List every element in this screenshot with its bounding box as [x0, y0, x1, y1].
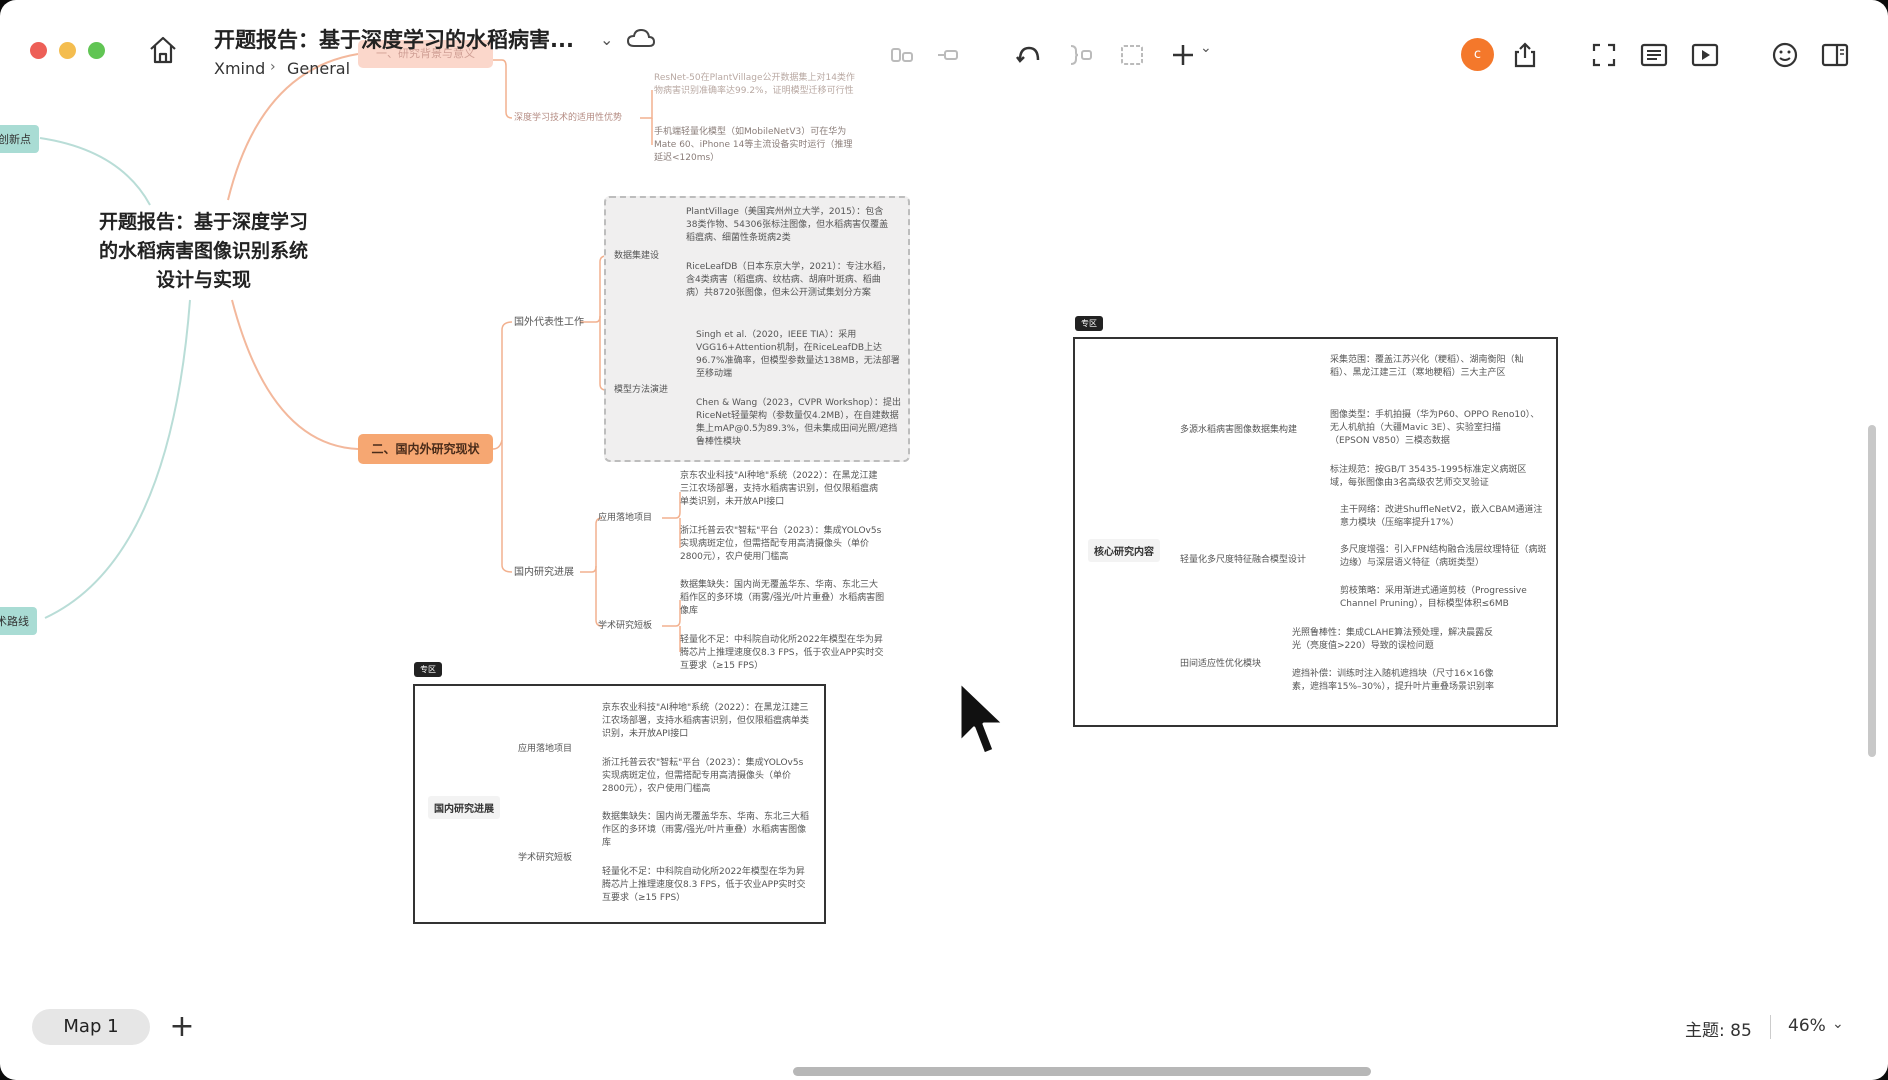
panel-icon[interactable] [1820, 40, 1850, 70]
zone2-branch-field[interactable]: 田间适应性优化模块 [1180, 658, 1261, 671]
topic-dataset-build[interactable]: 数据集建设 [614, 250, 659, 263]
leaf-singh[interactable]: Singh et al.（2020，IEEE TIA）：采用VGG16+Atte… [696, 329, 901, 381]
topic-model-evolution[interactable]: 模型方法演进 [614, 384, 668, 397]
zone1-leaf-light-gap[interactable]: 轻量化不足：中科院自动化所2022年模型在华为昇腾芯片上推理速度仅8.3 FPS… [602, 866, 812, 905]
zone2-leaf-pruning[interactable]: 剪枝策略：采用渐进式通道剪枝（Progressive Channel Pruni… [1340, 585, 1550, 611]
zone1-academic-gaps[interactable]: 学术研究短板 [518, 852, 572, 865]
topic-app-projects[interactable]: 应用落地项目 [598, 512, 652, 525]
zoom-window-button[interactable] [88, 42, 105, 59]
summary-icon[interactable] [1066, 40, 1096, 70]
breadcrumb-xmind[interactable]: Xmind [214, 59, 265, 78]
vertical-scrollbar[interactable] [1868, 425, 1876, 757]
zone1-center[interactable]: 国内研究进展 [428, 796, 500, 819]
zone2-leaf-annotation[interactable]: 标注规范：按GB/T 35435-1995标准定义病斑区域，每张图像由3名高级农… [1330, 464, 1540, 490]
topic-domestic-progress[interactable]: 国内研究进展 [514, 566, 574, 579]
zone1-leaf-data-gap[interactable]: 数据集缺失：国内尚无覆盖华东、华南、东北三大稻作区的多环境（雨雾/强光/叶片重叠… [602, 811, 812, 850]
add-icon[interactable] [1168, 40, 1198, 70]
cloud-icon[interactable] [626, 26, 656, 50]
left-node-innovation[interactable]: 创新点 [0, 125, 39, 153]
mindmap-canvas: 创新点 术路线 开题报告：基于深度学习的水稻病害图像识别系统设计与实现 一、研究… [0, 0, 1888, 1080]
topic-academic-gaps[interactable]: 学术研究短板 [598, 620, 652, 633]
zoom-level[interactable]: 46% [1788, 1016, 1826, 1036]
fullscreen-icon[interactable] [1589, 40, 1619, 70]
connector-lines [39, 53, 1337, 888]
zoom-chevron-down-icon[interactable]: ⌄ [1832, 1016, 1844, 1032]
minimize-window-button[interactable] [59, 42, 76, 59]
status-divider [1770, 1015, 1771, 1039]
root-topic[interactable]: 开题报告：基于深度学习的水稻病害图像识别系统设计与实现 [96, 208, 311, 295]
boundary-foreign-work [604, 196, 910, 462]
zone-tag: 专区 [414, 662, 442, 677]
leaf-light-gap[interactable]: 轻量化不足：中科院自动化所2022年模型在华为昇腾芯片上推理速度仅8.3 FPS… [680, 634, 885, 673]
home-icon[interactable] [146, 33, 180, 67]
close-window-button[interactable] [30, 42, 47, 59]
undo-icon[interactable] [1014, 40, 1044, 70]
zone2-leaf-occlusion[interactable]: 遮挡补偿：训练时注入随机遮挡块（尺寸16×16像素，遮挡率15%–30%），提升… [1292, 668, 1502, 694]
sheet-tab-map-1[interactable]: Map 1 [32, 1009, 150, 1045]
chevron-down-icon[interactable]: ⌄ [600, 30, 613, 49]
left-node-tech-route[interactable]: 术路线 [0, 607, 37, 635]
outline-icon[interactable] [1639, 40, 1669, 70]
mouse-cursor-icon [956, 680, 1016, 766]
app-window: 创新点 术路线 开题报告：基于深度学习的水稻病害图像识别系统设计与实现 一、研究… [0, 0, 1888, 1080]
leaf-chen-wang[interactable]: Chen & Wang（2023，CVPR Workshop）：提出RiceNe… [696, 397, 901, 449]
zone-domestic-progress[interactable] [413, 684, 826, 924]
zone1-leaf-jd[interactable]: 京东农业科技"AI种地"系统（2022）：在黑龙江建三江农场部署，支持水稻病害识… [602, 702, 812, 741]
topic-foreign-work[interactable]: 国外代表性工作 [514, 316, 584, 329]
leaf-jd[interactable]: 京东农业科技"AI种地"系统（2022）：在黑龙江建三江农场部署，支持水稻病害识… [680, 470, 885, 509]
zone2-leaf-light[interactable]: 光照鲁棒性：集成CLAHE算法预处理，解决晨露反光（亮度值>220）导致的误检问… [1292, 627, 1502, 653]
horizontal-scrollbar[interactable] [793, 1067, 1371, 1076]
add-menu-chevron-icon[interactable]: ⌄ [1200, 40, 1220, 70]
breadcrumb-general[interactable]: General [287, 59, 350, 78]
play-icon[interactable] [1690, 40, 1720, 70]
leaf-data-gap[interactable]: 数据集缺失：国内尚无覆盖华东、华南、东北三大稻作区的多环境（雨雾/强光/叶片重叠… [680, 579, 885, 618]
boundary-icon[interactable] [935, 40, 965, 70]
zone2-leaf-multiscale[interactable]: 多尺度增强：引入FPN结构融合浅层纹理特征（病斑边缘）与深层语义特征（病斑类型） [1340, 544, 1550, 570]
zone1-app-projects[interactable]: 应用落地项目 [518, 743, 572, 756]
leaf-zj[interactable]: 浙江托普云农"智耘"平台（2023）：集成YOLOv5s实现病斑定位，但需搭配专… [680, 525, 885, 564]
zone2-leaf-range[interactable]: 采集范围：覆盖江苏兴化（粳稻）、湖南衡阳（籼稻）、黑龙江建三江（寒地粳稻）三大主… [1330, 354, 1540, 380]
leaf-resnet[interactable]: ResNet-50在PlantVillage公开数据集上对14类作物病害识别准确… [654, 72, 859, 98]
zone1-leaf-zj[interactable]: 浙江托普云农"智耘"平台（2023）：集成YOLOv5s实现病斑定位，但需搭配专… [602, 757, 812, 796]
frame-icon[interactable] [1117, 40, 1147, 70]
zone2-branch-model[interactable]: 轻量化多尺度特征融合模型设计 [1180, 554, 1306, 567]
leaf-plantvillage[interactable]: PlantVillage（美国宾州州立大学，2015）：包含38类作物、5430… [686, 206, 891, 245]
leaf-mobilenet[interactable]: 手机端轻量化模型（如MobileNetV3）可在华为Mate 60、iPhone… [654, 126, 859, 165]
zone-core-content[interactable] [1073, 337, 1558, 727]
leaf-riceleafdb[interactable]: RiceLeafDB（日本东京大学，2021）：专注水稻，含4类病害（稻瘟病、纹… [686, 261, 891, 300]
zone2-leaf-image-type[interactable]: 图像类型：手机拍摄（华为P60、OPPO Reno10）、无人机航拍（大疆Mav… [1330, 409, 1540, 448]
avatar[interactable]: c [1461, 38, 1494, 71]
zone2-leaf-backbone[interactable]: 主干网络：改进ShuffleNetV2，嵌入CBAM通道注意力模块（压缩率提升1… [1340, 504, 1550, 530]
relationship-icon[interactable] [887, 40, 917, 70]
document-title[interactable]: 开题报告：基于深度学习的水稻病害... [214, 24, 574, 54]
add-sheet-button[interactable]: + [168, 1010, 196, 1044]
zone2-center[interactable]: 核心研究内容 [1088, 539, 1160, 562]
zone-tag-2: 专区 [1075, 316, 1103, 331]
topic-research-status[interactable]: 二、国内外研究现状 [358, 434, 493, 464]
topic-count: 主题: 85 [1685, 1021, 1752, 1041]
share-icon[interactable] [1510, 40, 1540, 70]
topic-dl-advantage[interactable]: 深度学习技术的适用性优势 [514, 112, 622, 125]
zone2-branch-dataset[interactable]: 多源水稻病害图像数据集构建 [1180, 424, 1297, 437]
emoji-icon[interactable] [1770, 40, 1800, 70]
breadcrumb-separator-icon: › [270, 59, 276, 75]
